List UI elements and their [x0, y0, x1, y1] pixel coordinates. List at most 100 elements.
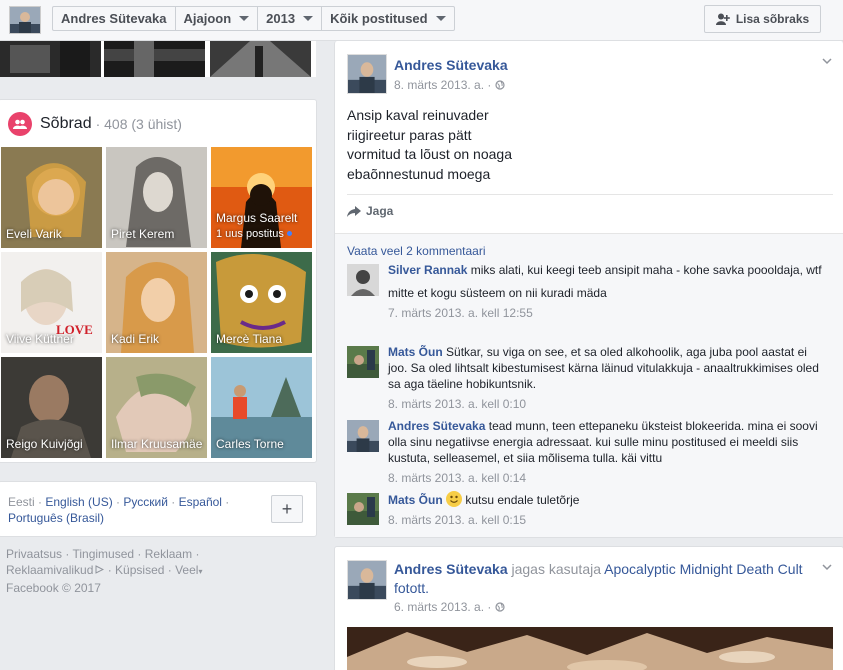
commenter-avatar[interactable]: [347, 264, 379, 296]
friend-name: Viive Küttner: [6, 332, 74, 346]
commenter-name[interactable]: Mats Õun: [388, 493, 443, 507]
post-author[interactable]: Andres Sütevaka: [394, 57, 508, 73]
share-button[interactable]: Jaga: [347, 194, 833, 218]
breadcrumb-year-dropdown[interactable]: 2013: [258, 7, 323, 30]
friend-tile[interactable]: Carles Torne: [211, 357, 312, 458]
friend-tile[interactable]: Ilmar Kruusamäe: [106, 357, 207, 458]
comment-text: miks alati, kui keegi teeb ansipit maha …: [470, 263, 822, 277]
footer-link-more[interactable]: Veel: [175, 563, 198, 577]
author-avatar[interactable]: [347, 560, 387, 600]
commenter-name[interactable]: Andres Sütevaka: [388, 419, 485, 433]
shared-photo[interactable]: [347, 627, 833, 670]
post-date[interactable]: 8. märts 2013. a. ·: [394, 78, 505, 92]
language-link[interactable]: Español: [179, 495, 222, 509]
commenter-avatar[interactable]: [347, 493, 379, 525]
friend-tile[interactable]: Reigo Kuivjõgi: [1, 357, 102, 458]
friends-icon: [8, 112, 32, 136]
share-icon: [347, 205, 361, 217]
post-options-chevron-icon[interactable]: [821, 561, 833, 573]
footer-links: Privaatsus · Tingimused · Reklaam · Rekl…: [6, 547, 203, 595]
shared-page-link[interactable]: Apocalyptic Midnight Death Cult: [604, 561, 802, 577]
footer-link[interactable]: Tingimused: [72, 547, 134, 561]
breadcrumb: Andres Sütevaka Ajajoon 2013 Kõik postit…: [52, 6, 455, 31]
language-link[interactable]: English (US): [45, 495, 112, 509]
add-language-button[interactable]: +: [271, 495, 303, 523]
timeline-post: Andres Sütevaka jagas kasutaja Apocalypt…: [334, 546, 843, 670]
new-post-indicator: 1 uus postitus: [216, 228, 284, 240]
comment-text: mitte et kogu süsteem on nii kuradi mäda: [388, 286, 607, 300]
friend-tile[interactable]: LOVE Viive Küttner: [1, 252, 102, 353]
language-link[interactable]: Português (Brasil): [8, 511, 104, 525]
friend-tile[interactable]: Kadi Erik: [106, 252, 207, 353]
post-date[interactable]: 6. märts 2013. a. ·: [394, 600, 505, 614]
timeline-post: Andres Sütevaka 8. märts 2013. a. · Ansi…: [334, 41, 843, 538]
post-line: ebaõnnestunud moega: [347, 165, 491, 182]
copyright: Facebook © 2017: [6, 581, 101, 595]
commenter-avatar[interactable]: [347, 346, 379, 378]
friend-name: Ilmar Kruusamäe: [111, 437, 203, 451]
breadcrumb-profile-name[interactable]: Andres Sütevaka: [53, 7, 176, 30]
author-avatar[interactable]: [347, 54, 387, 94]
post-author[interactable]: Andres Sütevaka: [394, 561, 508, 577]
photo-thumbnail[interactable]: [0, 41, 101, 77]
ad-choices-icon: [95, 565, 105, 574]
comments-section: Vaata veel 2 kommentaari Silver Rannak m…: [335, 233, 843, 537]
post-line: Ansip kaval reinuvader: [347, 107, 489, 123]
friend-tile[interactable]: Eveli Varik: [1, 147, 102, 248]
commenter-name[interactable]: Mats Õun: [388, 345, 443, 359]
photos-strip: [0, 41, 316, 77]
post-line: riigireetur paras pätt: [347, 126, 472, 143]
language-link[interactable]: Русский: [123, 495, 168, 509]
share-label: Jaga: [366, 204, 394, 218]
add-friend-button[interactable]: Lisa sõbraks: [704, 5, 821, 33]
add-friend-icon: [715, 13, 730, 25]
shared-post-header: Andres Sütevaka jagas kasutaja Apocalypt…: [394, 560, 814, 598]
profile-top-bar: Andres Sütevaka Ajajoon 2013 Kõik postit…: [0, 0, 843, 41]
photo-thumbnail[interactable]: [210, 41, 311, 77]
current-language: Eesti: [8, 495, 35, 509]
comment-text: kutsu endale tuletõrje: [465, 493, 580, 507]
friends-count: · 408 (3 ühist): [95, 116, 182, 132]
chevron-down-icon: [435, 16, 446, 21]
friend-name: Reigo Kuivjõgi: [6, 437, 83, 451]
breadcrumb-posts-filter-dropdown[interactable]: Kõik postitused: [322, 7, 454, 30]
breadcrumb-timeline-dropdown[interactable]: Ajajoon: [176, 7, 259, 30]
friend-tile[interactable]: Margus Saarelt 1 uus postitus: [211, 147, 312, 248]
commenter-name[interactable]: Silver Rannak: [388, 263, 467, 277]
footer-link[interactable]: Reklaam: [145, 547, 192, 561]
view-more-comments-link[interactable]: Vaata veel 2 kommentaari: [347, 244, 486, 258]
globe-icon: [495, 80, 505, 90]
chevron-down-icon: ▾: [198, 567, 203, 576]
post-options-chevron-icon[interactable]: [821, 55, 833, 67]
globe-icon: [495, 602, 505, 612]
comment-timestamp[interactable]: 7. märts 2013. a. kell 12:55: [388, 305, 826, 321]
friend-tile[interactable]: Piret Kerem: [106, 147, 207, 248]
friend-name: Eveli Varik: [6, 227, 62, 241]
friend-tile[interactable]: Mercè Tiana: [211, 252, 312, 353]
comment-timestamp[interactable]: 8. märts 2013. a. kell 0:14: [388, 470, 826, 486]
comment-timestamp[interactable]: 8. märts 2013. a. kell 0:10: [388, 396, 826, 412]
friend-name: Margus Saarelt 1 uus postitus: [216, 211, 298, 240]
new-post-dot: [286, 231, 292, 237]
friends-title[interactable]: Sõbrad: [40, 115, 92, 133]
comment-text: Sütkar, su viga on see, et sa oled alkoh…: [388, 345, 819, 391]
footer-link[interactable]: Privaatsus: [6, 547, 62, 561]
commenter-avatar[interactable]: [347, 420, 379, 452]
comment-timestamp[interactable]: 8. märts 2013. a. kell 0:15: [388, 512, 826, 528]
friend-name: Kadi Erik: [111, 332, 160, 346]
footer-link[interactable]: Küpsised: [115, 563, 164, 577]
footer-link[interactable]: Reklaamivalikud: [6, 563, 93, 577]
friends-header[interactable]: Sõbrad · 408 (3 ühist): [8, 112, 182, 136]
share-verb: jagas kasutaja: [511, 561, 602, 577]
post-text: Ansip kaval reinuvader riigireetur paras…: [347, 106, 512, 184]
friend-name: Mercè Tiana: [216, 332, 283, 346]
chevron-down-icon: [303, 16, 314, 21]
photo-thumbnail[interactable]: [104, 41, 205, 77]
post-line: vormitud ta lõust on noaga: [347, 146, 512, 162]
friend-name: Carles Torne: [216, 437, 284, 451]
chevron-down-icon: [239, 16, 250, 21]
profile-avatar[interactable]: [9, 6, 41, 34]
shared-photo-link[interactable]: fotott.: [394, 580, 429, 596]
friends-card: Sõbrad · 408 (3 ühist) Eveli Varik Piret…: [0, 99, 317, 463]
smile-emoji-icon: [446, 491, 463, 507]
